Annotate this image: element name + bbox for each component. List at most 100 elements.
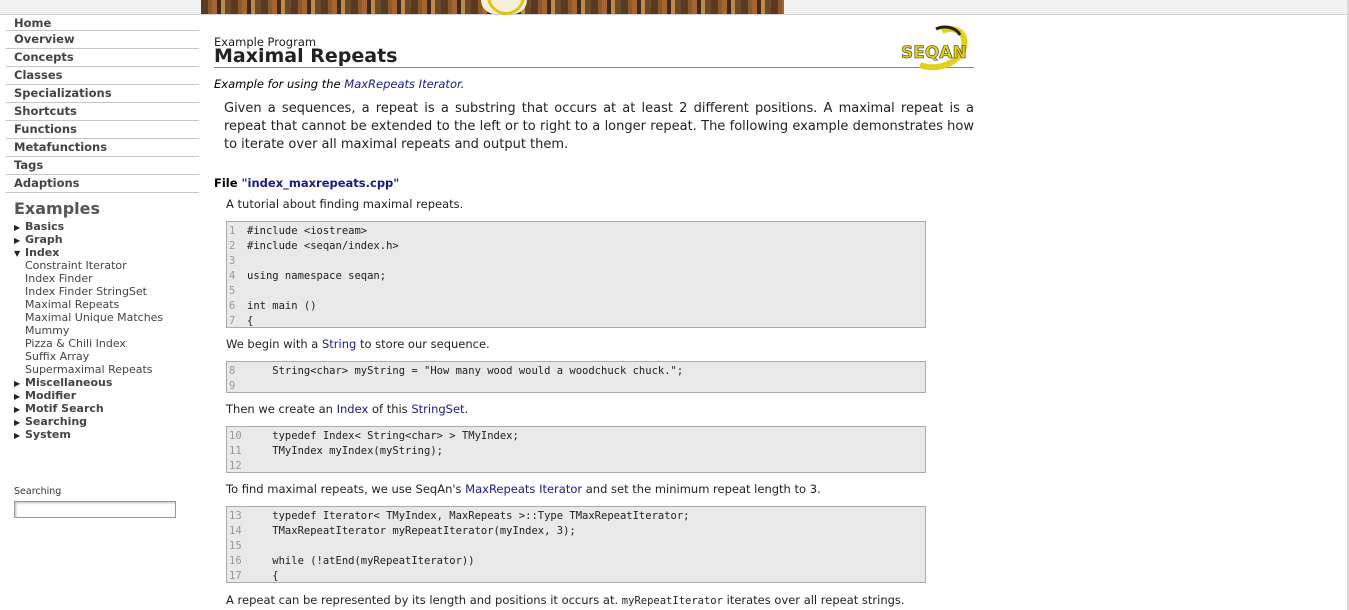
code-block-3: 10 typedef Index< String<char> > TMyInde… bbox=[226, 426, 926, 473]
sidebar: Home Overview Concepts Classes Specializatio… bbox=[0, 15, 201, 610]
code-line: 4 using namespace seqan; bbox=[227, 269, 925, 284]
text-span: . bbox=[464, 402, 469, 416]
tree-item-constraint-iterator[interactable]: Constraint Iterator bbox=[14, 259, 201, 272]
line-number: 14 bbox=[229, 525, 242, 537]
code-text: { bbox=[247, 315, 254, 327]
code-text: #include <seqan/index.h> bbox=[247, 240, 399, 252]
tree-item-mummy[interactable]: Mummy bbox=[14, 324, 201, 337]
text-span: and set the minimum repeat length to 3. bbox=[582, 482, 821, 496]
maxrepeats-iterator-link-2[interactable]: MaxRepeats Iterator bbox=[465, 482, 582, 496]
nav-item-functions[interactable]: Functions bbox=[6, 121, 199, 139]
code-text: using namespace seqan; bbox=[247, 270, 387, 282]
index-paragraph: Then we create an Index of this StringSe… bbox=[226, 402, 468, 416]
maxrepeats-iterator-link[interactable]: MaxRepeats Iterator bbox=[344, 77, 460, 91]
line-number: 17 bbox=[229, 570, 242, 582]
tree-item-suffix-array[interactable]: Suffix Array bbox=[14, 350, 201, 363]
code-text: typedef Iterator< TMyIndex, MaxRepeats >… bbox=[247, 510, 690, 522]
tree-item-pizza-chili-index[interactable]: Pizza & Chili Index bbox=[14, 337, 201, 350]
code-text: while (!atEnd(myRepeatIterator)) bbox=[247, 555, 475, 567]
search-input[interactable] bbox=[14, 501, 176, 518]
tree-item-maximal-repeats[interactable]: Maximal Repeats bbox=[14, 298, 201, 311]
code-line: 12 bbox=[227, 459, 925, 474]
line-number: 8 bbox=[229, 365, 236, 377]
banner-logo-icon bbox=[481, 0, 527, 15]
tree-group-modifier[interactable]: ▶ Modifier bbox=[14, 389, 201, 402]
code-text: TMyIndex myIndex(myString); bbox=[247, 445, 443, 457]
line-number: 1 bbox=[229, 225, 236, 237]
nav-item-home[interactable]: Home bbox=[6, 15, 199, 31]
code-text: #include <iostream> bbox=[247, 225, 368, 237]
code-line: 8 String<char> myString = "How many wood… bbox=[227, 364, 925, 379]
file-link[interactable]: "index_maxrepeats.cpp" bbox=[242, 176, 400, 190]
nav-item-tags[interactable]: Tags bbox=[6, 157, 199, 175]
line-number: 11 bbox=[229, 445, 242, 457]
nav-item-metafunctions[interactable]: Metafunctions bbox=[6, 139, 199, 157]
tree-group-label: Graph bbox=[25, 233, 63, 246]
tree-item-index-finder[interactable]: Index Finder bbox=[14, 272, 201, 285]
file-heading: File "index_maxrepeats.cpp" bbox=[214, 176, 399, 190]
nav-item-adaptions[interactable]: Adaptions bbox=[6, 175, 199, 193]
lead-suffix: . bbox=[460, 77, 465, 91]
line-number: 7 bbox=[229, 315, 236, 327]
line-number: 5 bbox=[229, 285, 236, 297]
nav-item-overview[interactable]: Overview bbox=[6, 31, 199, 49]
tree-group-label: System bbox=[25, 428, 71, 441]
line-number: 6 bbox=[229, 300, 236, 312]
tree-item-supermaximal-repeats[interactable]: Supermaximal Repeats bbox=[14, 363, 201, 376]
tree-item-maximal-unique-matches[interactable]: Maximal Unique Matches bbox=[14, 311, 201, 324]
seqan-logo: SEQAN bbox=[901, 25, 968, 71]
line-number: 9 bbox=[229, 380, 236, 392]
tree-group-motif-search[interactable]: ▶ Motif Search bbox=[14, 402, 201, 415]
line-number: 2 bbox=[229, 240, 236, 252]
code-text: int main () bbox=[247, 300, 317, 312]
code-block-2: 8 String<char> myString = "How many wood… bbox=[226, 361, 926, 393]
code-line: 5 bbox=[227, 284, 925, 299]
tree-item-index-finder-stringset[interactable]: Index Finder StringSet bbox=[14, 285, 201, 298]
repeat-paragraph: A repeat can be represented by its lengt… bbox=[226, 593, 905, 607]
tree-group-label: Modifier bbox=[25, 389, 77, 402]
nav-item-concepts[interactable]: Concepts bbox=[6, 49, 199, 67]
text-span: To find maximal repeats, we use SeqAn's bbox=[226, 482, 466, 496]
line-number: 16 bbox=[229, 555, 242, 567]
code-line: 11 TMyIndex myIndex(myString); bbox=[227, 444, 925, 459]
nav-item-specializations[interactable]: Specializations bbox=[6, 85, 199, 103]
triangle-down-icon[interactable]: ▼ bbox=[14, 247, 25, 260]
code-text: String<char> myString = "How many wood w… bbox=[247, 365, 684, 377]
line-number: 13 bbox=[229, 510, 242, 522]
tree-group-label: Basics bbox=[25, 220, 65, 233]
tree-group-miscellaneous[interactable]: ▶ Miscellaneous bbox=[14, 376, 201, 389]
code-line: 1 #include <iostream> bbox=[227, 224, 925, 239]
tree-group-basics[interactable]: ▶ Basics bbox=[14, 220, 201, 233]
code-line: 13 typedef Iterator< TMyIndex, MaxRepeat… bbox=[227, 509, 925, 524]
tree-group-label: Miscellaneous bbox=[25, 376, 113, 389]
tree-group-graph[interactable]: ▶ Graph bbox=[14, 233, 201, 246]
string-link[interactable]: String bbox=[322, 337, 356, 351]
text-span: to store our sequence. bbox=[356, 337, 490, 351]
line-number: 4 bbox=[229, 270, 236, 282]
tree-group-searching[interactable]: ▶ Searching bbox=[14, 415, 201, 428]
tree-group-system[interactable]: ▶ System bbox=[14, 428, 201, 441]
nav-item-classes[interactable]: Classes bbox=[6, 67, 199, 85]
triangle-right-icon[interactable]: ▶ bbox=[14, 429, 25, 442]
index-link[interactable]: Index bbox=[337, 402, 369, 416]
intro-paragraph: Given a sequences, a repeat is a substri… bbox=[224, 101, 974, 152]
code-line: 3 bbox=[227, 254, 925, 269]
nav-item-shortcuts[interactable]: Shortcuts bbox=[6, 103, 199, 121]
text-span: A repeat can be represented by its lengt… bbox=[226, 593, 622, 607]
header-banner bbox=[201, 0, 784, 15]
code-line: 17 { bbox=[227, 569, 925, 584]
text-span: Then we create an bbox=[226, 402, 337, 416]
code-block-4: 13 typedef Iterator< TMyIndex, MaxRepeat… bbox=[226, 506, 926, 583]
inline-code: myRepeatIterator bbox=[621, 595, 723, 607]
tree-group-index[interactable]: ▼ Index bbox=[14, 246, 201, 259]
stringset-link[interactable]: StringSet bbox=[411, 402, 464, 416]
examples-heading: Examples bbox=[14, 199, 101, 218]
examples-tree: ▶ Basics ▶ Graph ▼ Index Constraint Iterator In… bbox=[14, 220, 201, 441]
code-block-1: 1 #include <iostream> 2 #include <seqan/ind… bbox=[226, 221, 926, 328]
logo-text: SEQAN bbox=[901, 43, 967, 63]
code-line: 10 typedef Index< String<char> > TMyInde… bbox=[227, 429, 925, 444]
code-text: TMaxRepeatIterator myRepeatIterator(myIn… bbox=[247, 525, 576, 537]
file-prefix: File bbox=[214, 176, 242, 190]
tree-group-label: Searching bbox=[25, 415, 88, 428]
tree-group-label: Motif Search bbox=[25, 402, 104, 415]
